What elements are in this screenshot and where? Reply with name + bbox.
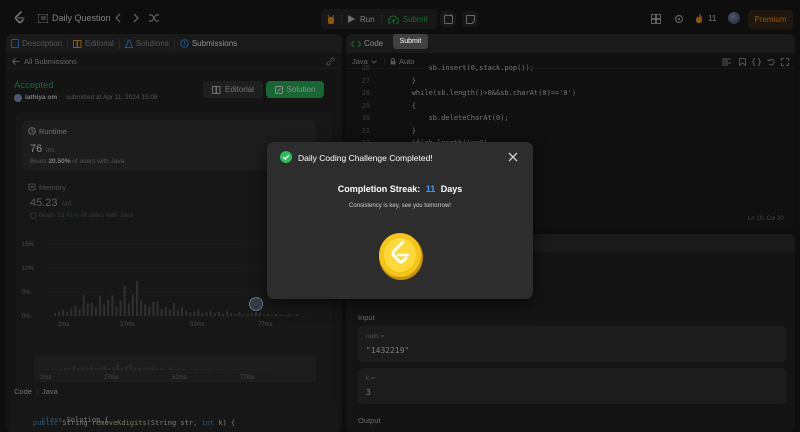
streak-value: 11	[425, 184, 436, 194]
streak-unit: Days	[440, 184, 463, 194]
daily-challenge-modal: Daily Coding Challenge Completed! Comple…	[267, 142, 533, 299]
streak-label: Completion Streak:	[337, 184, 421, 194]
gold-coin-icon	[377, 231, 425, 281]
modal-title: Daily Coding Challenge Completed!	[298, 153, 433, 163]
close-icon[interactable]	[507, 151, 519, 163]
streak-line: Completion Streak: 11 Days	[267, 184, 533, 194]
modal-subtitle: Consistency is key, see you tomorrow!	[349, 203, 451, 209]
submit-tooltip: Submit	[393, 34, 428, 49]
check-circle-icon	[280, 151, 292, 163]
